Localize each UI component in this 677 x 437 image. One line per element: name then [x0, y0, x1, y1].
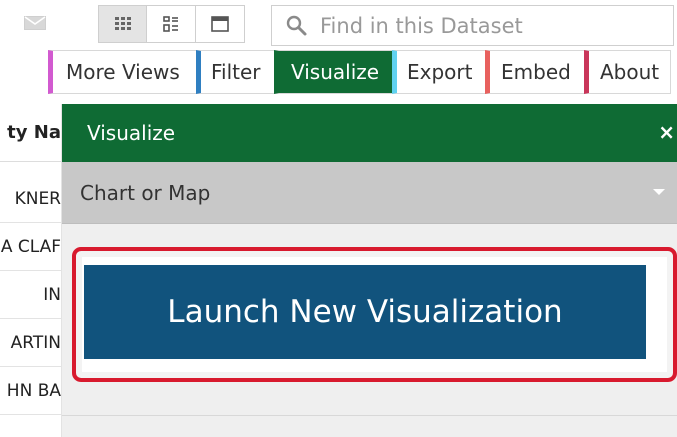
table-cell: KNER — [14, 188, 61, 209]
list-view-button[interactable] — [147, 5, 196, 43]
caret-down-icon — [653, 189, 665, 195]
mail-icon[interactable] — [24, 16, 46, 30]
table-cell: A CLAF — [0, 236, 61, 257]
grid-icon — [114, 17, 131, 30]
view-toggle-group — [98, 5, 245, 43]
dropdown-label: Chart or Map — [80, 180, 211, 205]
table-cell: HN BA — [6, 380, 61, 401]
dataset-search — [271, 5, 674, 46]
search-icon[interactable] — [286, 15, 308, 37]
launch-new-visualization-button[interactable]: Launch New Visualization — [84, 265, 646, 359]
single-row-view-button[interactable] — [196, 5, 245, 43]
table-row[interactable]: HN BA — [0, 367, 61, 415]
panel-title: Visualize — [87, 121, 176, 145]
grid-view-button[interactable] — [98, 5, 147, 43]
window-icon — [211, 16, 229, 32]
tab-visualize[interactable]: Visualize — [274, 50, 392, 94]
tab-embed[interactable]: Embed — [485, 50, 584, 94]
tab-filter[interactable]: Filter — [196, 50, 274, 94]
action-tabs: More Views Filter Visualize Export Embed… — [48, 50, 671, 94]
search-input[interactable] — [320, 13, 650, 38]
table-row[interactable]: KNER — [0, 175, 61, 223]
page-root: More Views Filter Visualize Export Embed… — [0, 0, 677, 437]
tab-about[interactable]: About — [584, 50, 671, 94]
tab-more-views[interactable]: More Views — [48, 50, 196, 94]
column-header-label: ty Na — [7, 122, 61, 143]
table-row[interactable]: ARTIN — [0, 319, 61, 367]
divider — [62, 415, 677, 416]
panel-header: Visualize × — [62, 104, 677, 162]
close-icon[interactable]: × — [658, 120, 675, 144]
table-cell: ARTIN — [10, 332, 61, 353]
table-cell: IN — [43, 284, 61, 305]
tab-export[interactable]: Export — [392, 50, 485, 94]
visualize-panel: Visualize × Chart or Map Launch New Visu… — [62, 104, 677, 437]
table-row[interactable]: IN — [0, 271, 61, 319]
column-header[interactable]: ty Na — [0, 104, 61, 162]
data-table-column: ty Na KNER A CLAF IN ARTIN HN BA — [0, 104, 62, 437]
table-row[interactable]: A CLAF — [0, 223, 61, 271]
list-view-icon — [163, 16, 178, 32]
chart-or-map-dropdown[interactable]: Chart or Map — [62, 162, 677, 224]
